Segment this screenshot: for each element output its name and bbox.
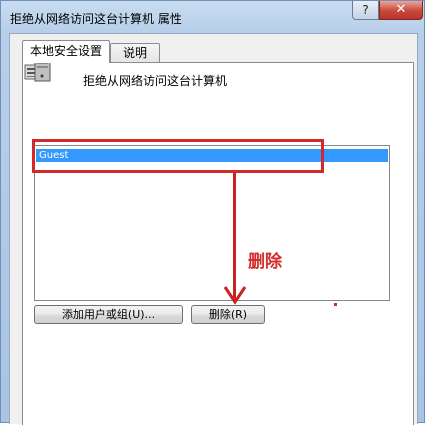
add-user-or-group-button[interactable]: 添加用户或组(U)... (34, 305, 183, 324)
remove-button[interactable]: 删除(R) (191, 305, 265, 324)
annotation-arrow-head-icon (223, 286, 247, 305)
window-title: 拒绝从网络访问这台计算机 属性 (10, 12, 182, 26)
question-mark-icon: ? (362, 3, 369, 17)
annotation-label: 删除 (248, 252, 282, 272)
close-icon: ✕ (395, 2, 407, 17)
help-button[interactable]: ? (352, 1, 379, 20)
close-button[interactable]: ✕ (379, 1, 423, 20)
annotation-highlight-box (32, 139, 324, 173)
properties-dialog: 拒绝从网络访问这台计算机 属性 ? ✕ 本地安全设置 说明 拒绝从网络访问这台计… (0, 0, 425, 425)
policy-title: 拒绝从网络访问这台计算机 (83, 74, 228, 88)
annotation-arrow-shaft (233, 173, 236, 301)
tab-local-security-setting[interactable]: 本地安全设置 (22, 40, 110, 63)
tab-explain[interactable]: 说明 (110, 43, 160, 64)
annotation-dot (334, 303, 337, 306)
title-bar[interactable]: 拒绝从网络访问这台计算机 属性 ? ✕ (1, 1, 425, 33)
